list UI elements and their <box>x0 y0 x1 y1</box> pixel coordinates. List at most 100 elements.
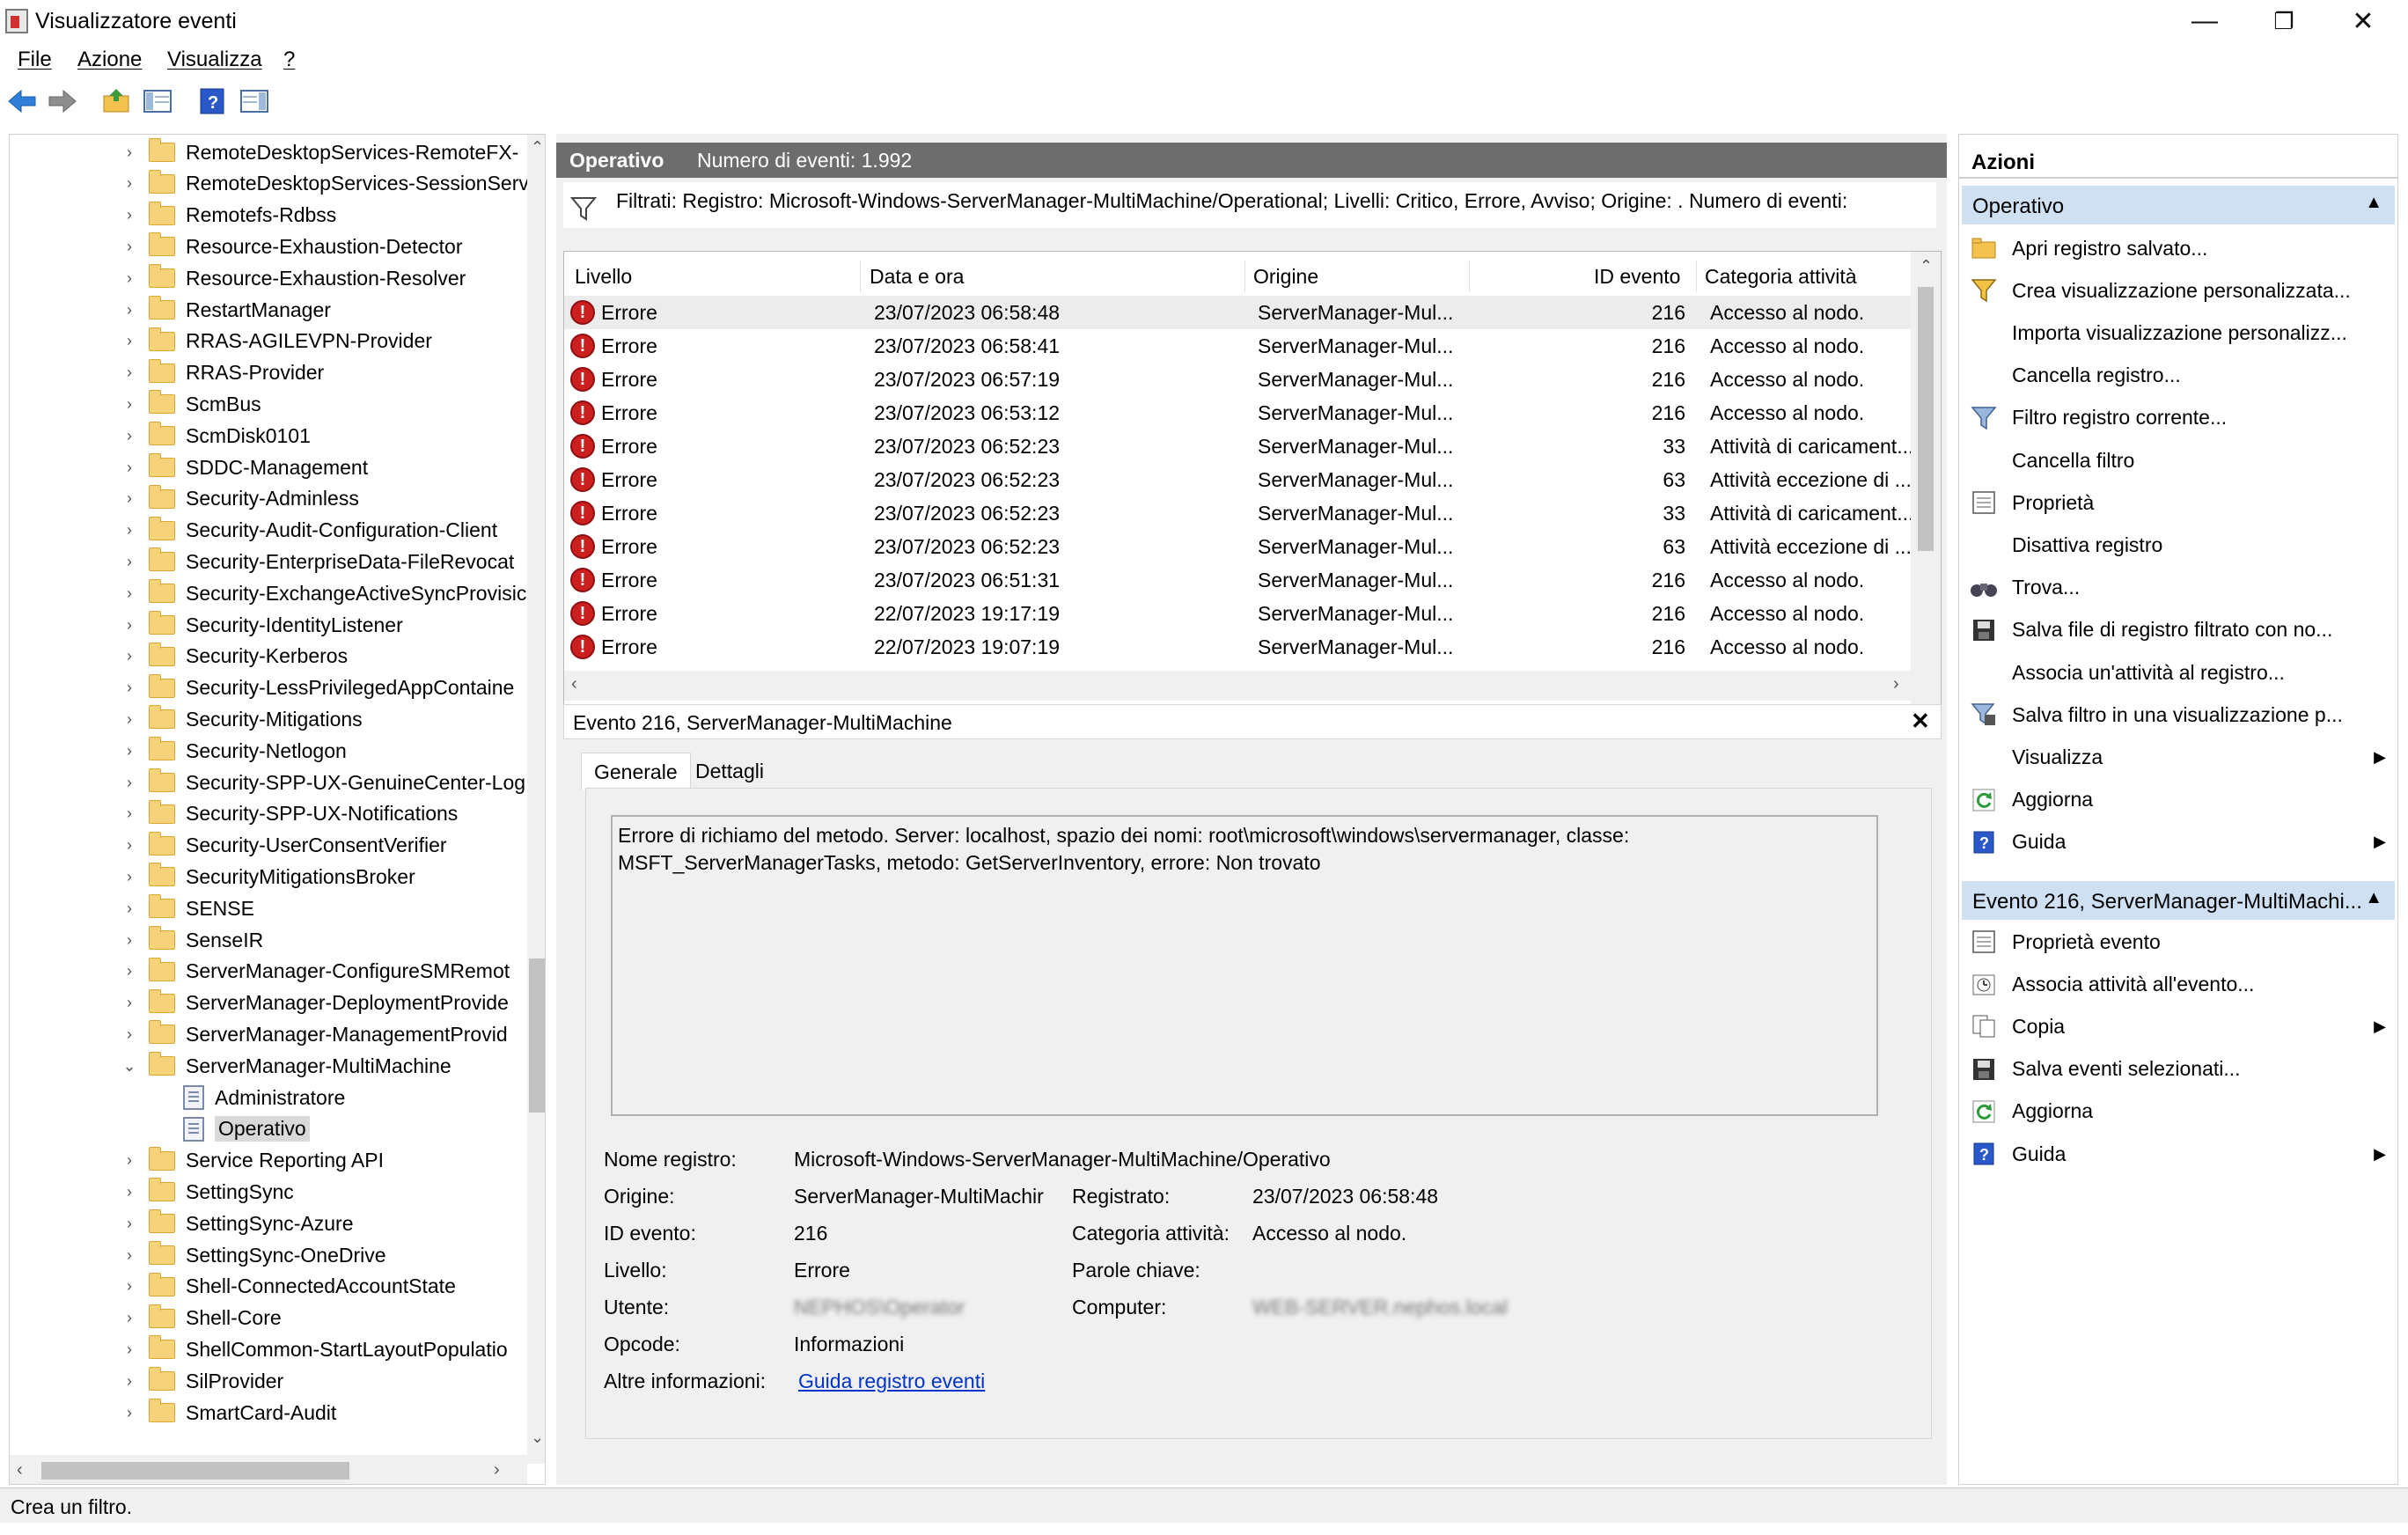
tree-item[interactable]: › Shell-ConnectedAccountState <box>121 1271 456 1303</box>
action-item[interactable]: Importa visualizzazione personalizz... <box>1959 312 2395 353</box>
event-row[interactable]: ! Errore 23/07/2023 06:57:19 ServerManager-… <box>564 363 1911 396</box>
action-item[interactable]: Filtro registro corrente... <box>1959 398 2395 438</box>
action-item[interactable]: Salva eventi selezionati... <box>1959 1049 2395 1090</box>
menu-visualizza[interactable]: Visualizza <box>167 48 262 72</box>
tree-item[interactable]: › Security-SPP-UX-Notifications <box>121 798 458 830</box>
column-header-task-category[interactable]: Categoria attività <box>1705 265 1857 289</box>
chevron-right-icon[interactable]: › <box>121 836 138 855</box>
tab-generale[interactable]: Generale <box>581 753 691 790</box>
collapse-icon[interactable]: ▲ <box>2365 193 2382 213</box>
action-item[interactable]: Salva file di registro filtrato con no..… <box>1959 610 2395 650</box>
action-item[interactable]: ? Guida ▶ <box>1959 822 2395 863</box>
chevron-right-icon[interactable]: › <box>121 269 138 288</box>
chevron-right-icon[interactable]: › <box>121 489 138 508</box>
show-hide-action-pane-icon[interactable] <box>238 84 271 118</box>
scroll-left-icon[interactable]: ‹ <box>17 1460 23 1480</box>
chevron-right-icon[interactable]: › <box>121 931 138 950</box>
chevron-right-icon[interactable]: › <box>121 616 138 635</box>
tree-item[interactable]: › Security-EnterpriseData-FileRevocat <box>121 546 514 577</box>
action-item[interactable]: Proprietà evento <box>1959 922 2395 962</box>
event-row[interactable]: ! Errore 23/07/2023 06:52:23 ServerManager-… <box>564 430 1913 463</box>
actions-section-event[interactable]: Evento 216, ServerManager-MultiMachi... … <box>1962 881 2395 920</box>
chevron-right-icon[interactable]: › <box>121 1246 138 1265</box>
tree-item[interactable]: › Resource-Exhaustion-Resolver <box>121 262 466 294</box>
event-row[interactable]: ! Errore 23/07/2023 06:58:48 ServerManager-… <box>564 296 1911 329</box>
chevron-right-icon[interactable]: › <box>121 1183 138 1201</box>
event-row[interactable]: ! Errore 23/07/2023 06:52:23 ServerManager-… <box>564 496 1913 530</box>
chevron-right-icon[interactable]: › <box>121 143 138 162</box>
tree-item[interactable]: › Security-UserConsentVerifier <box>121 830 447 862</box>
event-row[interactable]: ! Errore 23/07/2023 06:58:41 ServerManager-… <box>564 329 1911 363</box>
event-log-help-link[interactable]: Guida registro eventi <box>798 1370 985 1393</box>
chevron-right-icon[interactable]: › <box>121 1277 138 1296</box>
restore-button[interactable]: ❐ <box>2244 0 2324 42</box>
chevron-right-icon[interactable]: › <box>121 994 138 1012</box>
tree-item[interactable]: › Shell-Core <box>121 1303 282 1334</box>
chevron-right-icon[interactable]: › <box>121 647 138 665</box>
scroll-up-icon[interactable]: ⌃ <box>1920 257 1933 275</box>
tree-item[interactable]: › SilProvider <box>121 1365 283 1397</box>
chevron-right-icon[interactable]: › <box>121 742 138 760</box>
chevron-right-icon[interactable]: › <box>121 427 138 445</box>
back-arrow-icon[interactable] <box>5 84 39 118</box>
tree-item[interactable]: › Security-Kerberos <box>121 641 348 672</box>
chevron-right-icon[interactable]: › <box>121 364 138 382</box>
forward-arrow-icon[interactable] <box>46 84 79 118</box>
chevron-right-icon[interactable]: › <box>121 332 138 350</box>
tree-hscroll-thumb[interactable] <box>41 1462 349 1480</box>
action-item[interactable]: Visualizza ▶ <box>1959 737 2395 777</box>
close-detail-icon[interactable]: ✕ <box>1911 708 1930 735</box>
tree-item[interactable]: › RemoteDesktopServices-RemoteFX- <box>121 136 518 168</box>
action-item[interactable]: Aggiorna <box>1959 1091 2395 1132</box>
tree-item[interactable]: › Remotefs-Rdbss <box>121 200 336 231</box>
chevron-right-icon[interactable]: › <box>121 900 138 918</box>
tree-item[interactable]: Operativo <box>183 1113 310 1145</box>
chevron-down-icon[interactable]: ⌄ <box>121 1057 138 1076</box>
chevron-right-icon[interactable]: › <box>121 1151 138 1170</box>
tree-item[interactable]: Administratore <box>183 1082 345 1113</box>
tree-item[interactable]: › SDDC-Management <box>121 452 368 483</box>
tree-item[interactable]: › Service Reporting API <box>121 1145 384 1177</box>
column-header-source[interactable]: Origine <box>1253 265 1318 289</box>
tree-item[interactable]: › ScmBus <box>121 388 261 420</box>
help-icon[interactable]: ? <box>195 84 229 118</box>
menu-azione[interactable]: Azione <box>77 48 142 72</box>
tree-item[interactable]: › Security-Adminless <box>121 483 359 515</box>
chevron-right-icon[interactable]: › <box>121 174 138 193</box>
up-folder-icon[interactable] <box>100 84 134 118</box>
column-header-date[interactable]: Data e ora <box>870 265 964 289</box>
chevron-right-icon[interactable]: › <box>121 206 138 224</box>
menu-file[interactable]: File <box>18 48 52 72</box>
actions-section-operativo[interactable]: Operativo ▲ <box>1962 186 2395 224</box>
tree-item[interactable]: › ServerManager-ManagementProvid <box>121 1018 508 1050</box>
event-row[interactable]: ! Errore 23/07/2023 06:52:23 ServerManager-… <box>564 463 1912 496</box>
tree-item[interactable]: › Security-SPP-UX-GenuineCenter-Log <box>121 767 525 798</box>
chevron-right-icon[interactable]: › <box>121 1309 138 1327</box>
action-item[interactable]: Associa un'attività al registro... <box>1959 652 2395 693</box>
tab-dettagli[interactable]: Dettagli <box>683 753 776 788</box>
action-item[interactable]: Salva filtro in una visualizzazione p... <box>1959 694 2395 735</box>
tree-item[interactable]: › SettingSync <box>121 1176 294 1208</box>
tree-item[interactable]: › Security-LessPrivilegedAppContaine <box>121 672 514 704</box>
chevron-right-icon[interactable]: › <box>121 710 138 729</box>
chevron-right-icon[interactable]: › <box>121 1025 138 1044</box>
action-item[interactable]: Aggiorna <box>1959 780 2395 820</box>
log-tree-pane[interactable]: › RemoteDesktopServices-RemoteFX- › RemoteD… <box>9 134 546 1485</box>
tree-item[interactable]: › Security-ExchangeActiveSyncProvisic <box>121 577 526 609</box>
tree-item[interactable]: › SenseIR <box>121 924 263 956</box>
chevron-right-icon[interactable]: › <box>121 1404 138 1422</box>
chevron-right-icon[interactable]: › <box>121 553 138 571</box>
action-item[interactable]: Proprietà <box>1959 482 2395 523</box>
event-description[interactable]: Errore di richiamo del metodo. Server: l… <box>611 815 1878 1116</box>
chevron-right-icon[interactable]: › <box>121 868 138 886</box>
scroll-right-icon[interactable]: › <box>1893 674 1899 694</box>
event-row[interactable]: ! Errore 22/07/2023 19:07:19 ServerManager-… <box>564 630 1911 664</box>
chevron-right-icon[interactable]: › <box>121 459 138 477</box>
chevron-right-icon[interactable]: › <box>121 804 138 823</box>
tree-item[interactable]: › SettingSync-OneDrive <box>121 1239 386 1271</box>
tree-item[interactable]: ⌄ ServerManager-MultiMachine <box>121 1050 452 1082</box>
tree-item[interactable]: › SettingSync-Azure <box>121 1208 353 1239</box>
collapse-icon[interactable]: ▲ <box>2365 888 2382 908</box>
tree-item[interactable]: › RRAS-AGILEVPN-Provider <box>121 326 432 357</box>
chevron-right-icon[interactable]: › <box>121 1340 138 1359</box>
